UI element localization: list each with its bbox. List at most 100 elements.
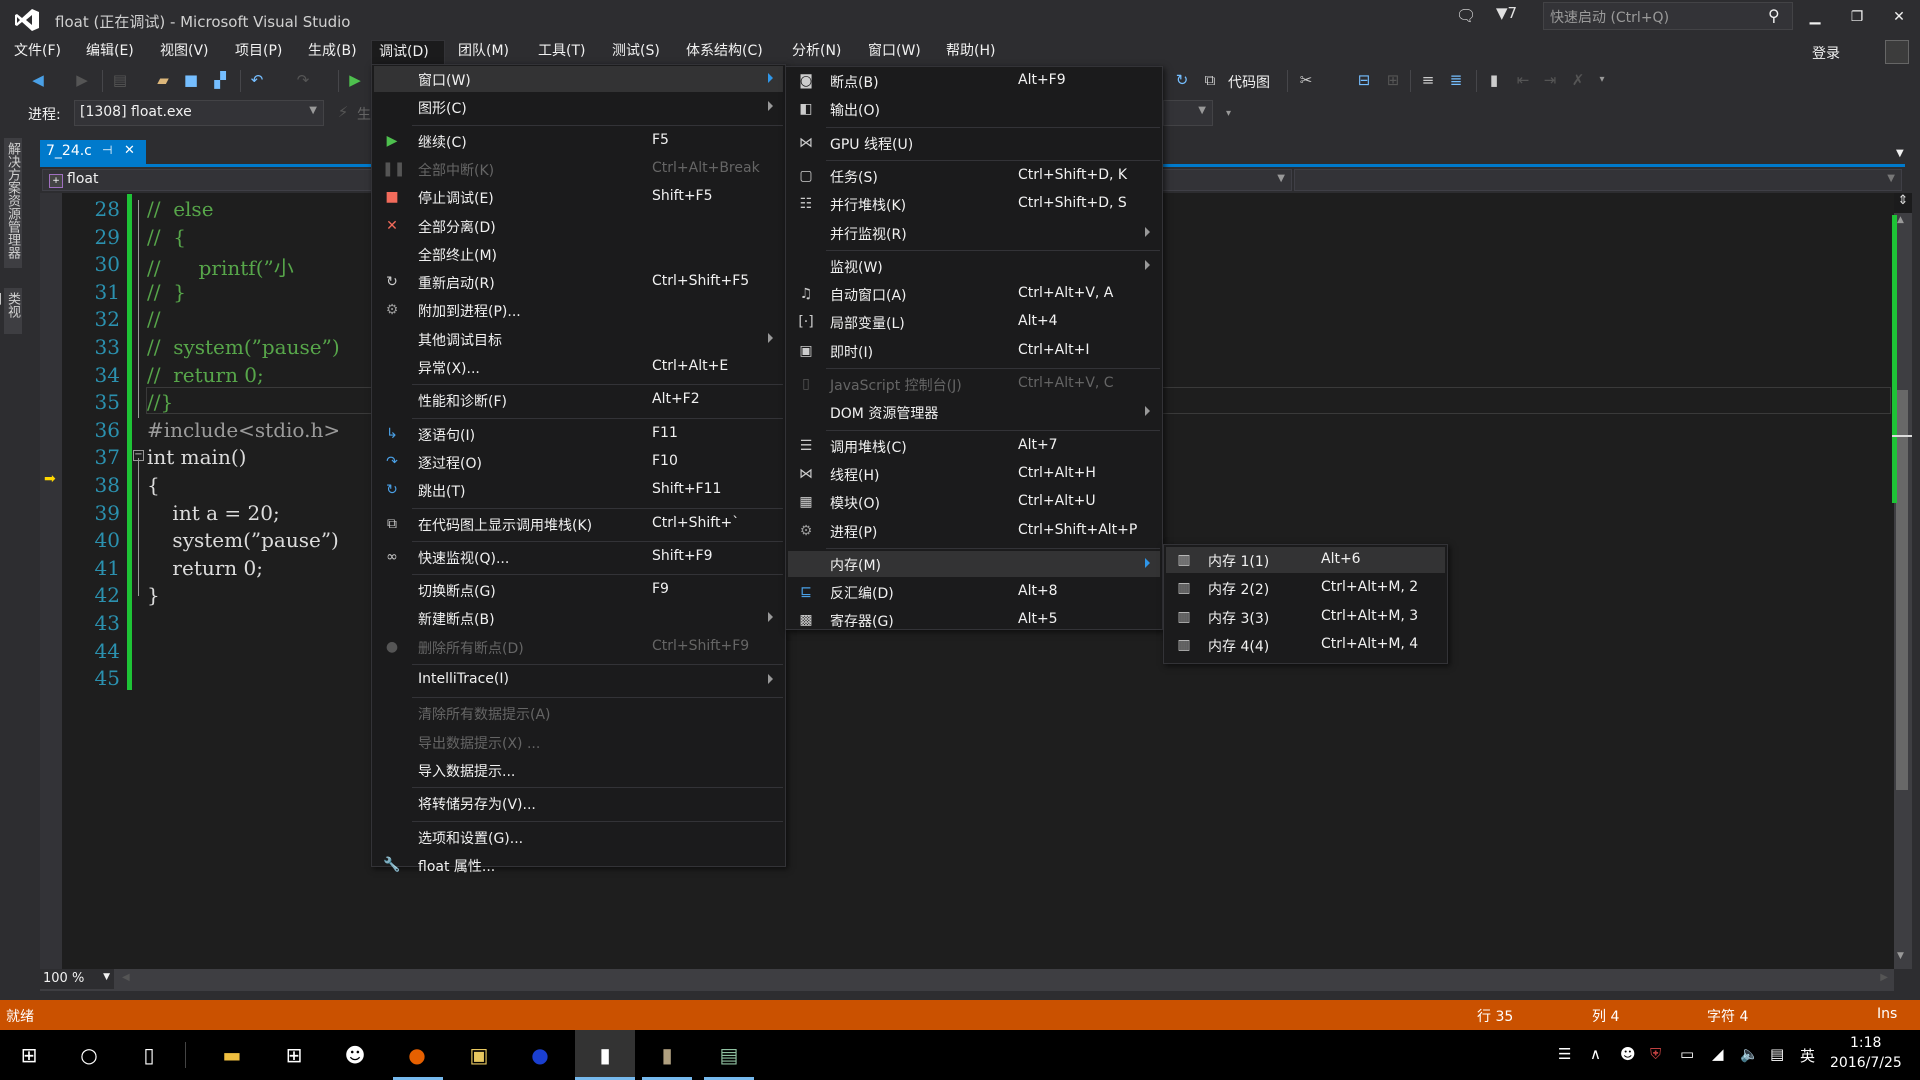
menu-tools[interactable]: 工具(T) — [531, 40, 592, 64]
window-submenu-item[interactable]: ☰ 调用堆栈(C) Alt+7 — [788, 433, 1160, 459]
menu-architecture[interactable]: 体系结构(C) — [679, 40, 770, 64]
solution-explorer-tab[interactable]: 解决方案资源管理器 — [4, 138, 22, 268]
memory-submenu-item[interactable]: ▥ 内存 3(3) Ctrl+Alt+M, 3 — [1166, 604, 1445, 630]
window-submenu-item[interactable]: ☷ 并行堆栈(K) Ctrl+Shift+D, S — [788, 191, 1160, 217]
toolbar-overflow-icon[interactable]: ▾ — [1226, 108, 1231, 119]
debug-menu-item[interactable]: ↻ 跳出(T) Shift+F11 — [374, 477, 783, 503]
debug-menu-item[interactable]: IntelliTrace(I) — [374, 667, 783, 693]
window-submenu-item[interactable]: ⋈ 线程(H) Ctrl+Alt+H — [788, 461, 1160, 487]
menu-test[interactable]: 测试(S) — [605, 40, 667, 64]
debug-menu-item[interactable]: 导出数据提示(X) ... — [374, 729, 783, 755]
uncomment-icon[interactable]: ≣ — [1446, 70, 1466, 90]
avatar-icon[interactable] — [1885, 40, 1909, 64]
file-explorer-icon[interactable]: ▬ — [215, 1038, 249, 1072]
notifications-button[interactable]: ▼7 — [1496, 4, 1517, 22]
undo-icon[interactable]: ↶ — [247, 70, 267, 90]
window-submenu-item[interactable]: ▯ JavaScript 控制台(J) Ctrl+Alt+V, C — [788, 371, 1160, 397]
horizontal-scrollbar[interactable]: 100 % ▼ ◀ ▶ — [40, 969, 1894, 991]
step-out-icon[interactable]: ↻ — [1172, 70, 1192, 90]
scroll-right-icon[interactable]: ▶ — [1880, 972, 1888, 983]
debug-menu-item[interactable]: ⚙ 附加到进程(P)... — [374, 297, 783, 323]
quick-launch-input[interactable]: 快速启动 (Ctrl+Q) — [1543, 2, 1793, 30]
menu-edit[interactable]: 编辑(E) — [79, 40, 141, 64]
menu-window[interactable]: 窗口(W) — [861, 40, 928, 64]
firefox-icon[interactable]: ● — [400, 1038, 434, 1072]
document-icon[interactable]: ▮ — [588, 1038, 622, 1072]
debug-menu-item[interactable]: ■ 停止调试(E) Shift+F5 — [374, 184, 783, 210]
memory-submenu-item[interactable]: ▥ 内存 2(2) Ctrl+Alt+M, 2 — [1166, 575, 1445, 601]
window-submenu-item[interactable]: 并行监视(R) — [788, 220, 1160, 246]
lifecycle-events-icon[interactable]: ⚡ — [333, 102, 353, 122]
store-icon[interactable]: ⊞ — [277, 1038, 311, 1072]
open-file-icon[interactable]: ▰ — [153, 70, 173, 90]
debug-menu-item[interactable]: ↳ 逐语句(I) F11 — [374, 421, 783, 447]
debug-menu-item[interactable]: 导入数据提示... — [374, 757, 783, 783]
windows-start-icon[interactable]: ⊞ — [12, 1038, 46, 1072]
volume-icon[interactable]: 🔈 — [1740, 1045, 1759, 1063]
window-submenu-item[interactable]: [·] 局部变量(L) Alt+4 — [788, 309, 1160, 335]
process-select[interactable]: [1308] float.exe ▼ — [74, 100, 324, 126]
window-submenu-item[interactable]: ▢ 任务(S) Ctrl+Shift+D, K — [788, 163, 1160, 189]
clock-time[interactable]: 1:18 — [1850, 1035, 1881, 1051]
window-submenu-item[interactable]: DOM 资源管理器 — [788, 399, 1160, 425]
network-icon[interactable]: ◢ — [1712, 1045, 1724, 1063]
scroll-left-icon[interactable]: ◀ — [122, 972, 130, 983]
collapse-toggle[interactable]: − — [133, 450, 144, 461]
member-select[interactable]: ▼ — [1294, 169, 1902, 191]
code-map-icon[interactable]: ⧉ — [1200, 70, 1220, 90]
debug-menu-item[interactable]: 新建断点(B) — [374, 605, 783, 631]
debug-menu-item[interactable]: ↷ 逐过程(O) F10 — [374, 449, 783, 475]
action-center-icon[interactable]: ▤ — [1770, 1045, 1784, 1063]
debug-menu-item[interactable]: 🔧 float 属性... — [374, 852, 783, 878]
bookmark-icon[interactable]: ▮ — [1484, 70, 1504, 90]
clear-bookmarks-icon[interactable]: ✗ — [1568, 70, 1588, 90]
debug-menu-item[interactable]: 将转储另存为(V)... — [374, 790, 783, 816]
battery-icon[interactable]: ▭ — [1680, 1045, 1694, 1063]
debug-menu-item[interactable]: 性能和诊断(F) Alt+F2 — [374, 387, 783, 413]
debug-menu-item[interactable]: 清除所有数据提示(A) — [374, 700, 783, 726]
wifi-icon[interactable]: ☰ — [1558, 1045, 1571, 1063]
menu-build[interactable]: 生成(B) — [301, 40, 364, 64]
new-project-icon[interactable]: ▤ — [110, 70, 130, 90]
feedback-icon[interactable]: 🗨 — [1456, 6, 1476, 26]
window-submenu-item[interactable]: ⚙ 进程(P) Ctrl+Shift+Alt+P — [788, 518, 1160, 544]
debug-menu-item[interactable]: 其他调试目标 — [374, 326, 783, 352]
indicator-margin[interactable] — [40, 193, 62, 969]
save-icon[interactable]: ■ — [181, 70, 201, 90]
menu-team[interactable]: 团队(M) — [451, 40, 516, 64]
document-tab[interactable]: 7_24.c ⊣ ✕ — [40, 140, 146, 164]
debug-menu-item[interactable]: 切换断点(G) F9 — [374, 577, 783, 603]
debug-menu-item[interactable]: ↻ 重新启动(R) Ctrl+Shift+F5 — [374, 269, 783, 295]
scroll-up-icon[interactable]: ▲ — [1897, 215, 1904, 225]
toolbar-overflow-icon[interactable]: ▾ — [1592, 70, 1612, 90]
next-bookmark-icon[interactable]: ⇥ — [1540, 70, 1560, 90]
sign-in-link[interactable]: 登录 — [1812, 43, 1840, 63]
scroll-down-icon[interactable]: ▼ — [1897, 951, 1904, 961]
task-view-icon[interactable]: ▯ — [132, 1038, 166, 1072]
thread-select[interactable]: ▼ — [1163, 100, 1213, 126]
window-submenu-item[interactable]: ⊑ 反汇编(D) Alt+8 — [788, 579, 1160, 605]
menu-analyze[interactable]: 分析(N) — [785, 40, 848, 64]
navigate-forward-icon[interactable]: ▶ — [72, 70, 92, 90]
previous-bookmark-icon[interactable]: ⇤ — [1513, 70, 1533, 90]
window-submenu-item[interactable]: ◧ 输出(O) — [788, 96, 1160, 122]
zoom-select[interactable]: 100 % ▼ — [40, 969, 114, 989]
debug-menu-item[interactable]: ✕ 全部分离(D) — [374, 213, 783, 239]
debug-menu-item[interactable]: 选项和设置(G)... — [374, 824, 783, 850]
comment-icon[interactable]: ≡ — [1418, 70, 1438, 90]
memory-submenu-item[interactable]: ▥ 内存 4(4) Ctrl+Alt+M, 4 — [1166, 632, 1445, 658]
debug-menu-item[interactable]: ❚❚ 全部中断(K) Ctrl+Alt+Break — [374, 156, 783, 182]
navigate-back-icon[interactable]: ◀ — [28, 70, 48, 90]
debug-menu-item[interactable]: 窗口(W) — [374, 66, 783, 92]
cpp-tool-icon[interactable]: ▣ — [462, 1038, 496, 1072]
breakpoint-settings-icon[interactable]: ✂ — [1296, 70, 1316, 90]
window-submenu-item[interactable]: ⋈ GPU 线程(U) — [788, 130, 1160, 156]
window-submenu-item[interactable]: ▣ 即时(I) Ctrl+Alt+I — [788, 338, 1160, 364]
menu-file[interactable]: 文件(F) — [7, 40, 68, 64]
debug-menu-item[interactable]: ∞ 快速监视(Q)... Shift+F9 — [374, 544, 783, 570]
pin-icon[interactable]: ⊣ — [102, 143, 112, 157]
debug-menu-item[interactable]: ⧉ 在代码图上显示调用堆栈(K) Ctrl+Shift+` — [374, 511, 783, 537]
qq-icon[interactable]: ☻ — [338, 1038, 372, 1072]
debug-menu-item[interactable]: 全部终止(M) — [374, 241, 783, 267]
memory-submenu-item[interactable]: ▥ 内存 1(1) Alt+6 — [1166, 547, 1445, 573]
